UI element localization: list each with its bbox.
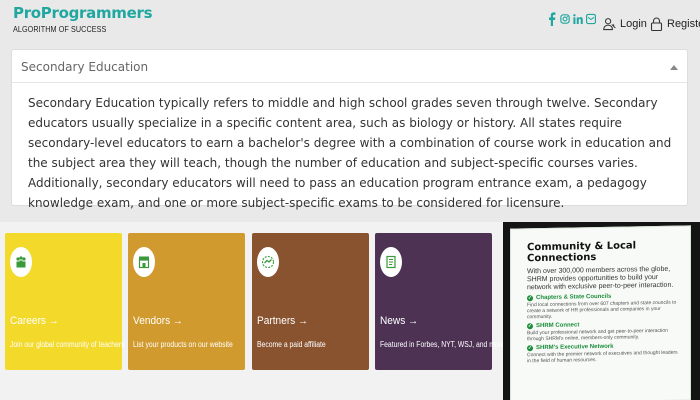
brand-logo[interactable]: ProProgrammers ALGORITHM OF SUCCESS bbox=[13, 4, 153, 34]
news-card[interactable]: News → Featured in Forbes, NYT, WSJ, and … bbox=[375, 233, 505, 370]
site-header: ProProgrammers ALGORITHM OF SUCCESS Logi… bbox=[0, 0, 700, 48]
careers-desc: Join our global community of teachers bbox=[10, 340, 125, 349]
careers-title: Careers → bbox=[10, 315, 59, 327]
brand-tagline: ALGORITHM OF SUCCESS bbox=[13, 25, 107, 34]
news-title: News → bbox=[380, 315, 419, 327]
partners-desc: Become a paid affiliate bbox=[257, 340, 326, 349]
accordion-header[interactable]: Secondary Education bbox=[12, 50, 687, 83]
check-icon: ✓ bbox=[527, 323, 533, 330]
store-icon bbox=[133, 247, 155, 277]
community-promo-card: Community & Local Connections With over … bbox=[510, 225, 691, 400]
news-desc: Featured in Forbes, NYT, WSJ, and more bbox=[380, 340, 505, 349]
login-label: Login bbox=[620, 18, 647, 30]
accordion-title: Secondary Education bbox=[21, 60, 149, 74]
promo-intro: With over 300,000 members across the glo… bbox=[527, 265, 674, 292]
partners-title: Partners → bbox=[257, 315, 309, 327]
lock-icon bbox=[650, 17, 663, 31]
secondary-education-accordion: Secondary Education Secondary Education … bbox=[11, 49, 688, 210]
promo-item: ✓ SHRM's Executive Network Connect with t… bbox=[527, 343, 678, 365]
newspaper-icon bbox=[380, 247, 402, 277]
brand-name: ProProgrammers bbox=[13, 4, 153, 22]
linkedin-icon[interactable] bbox=[573, 12, 583, 26]
login-link[interactable]: Login bbox=[603, 17, 647, 31]
handshake-icon bbox=[257, 247, 279, 277]
user-icon bbox=[603, 18, 616, 31]
check-icon: ✓ bbox=[527, 295, 533, 302]
community-promo-image: Community & Local Connections With over … bbox=[503, 222, 700, 400]
instagram-icon[interactable] bbox=[560, 12, 570, 26]
partners-card[interactable]: Partners → Become a paid affiliate bbox=[252, 233, 369, 370]
check-icon: ✓ bbox=[527, 345, 533, 352]
facebook-icon[interactable] bbox=[547, 12, 557, 26]
promo-item: ✓ SHRM Connect Build your professional ne… bbox=[527, 322, 668, 343]
email-icon[interactable] bbox=[586, 12, 596, 26]
register-link[interactable]: Register bbox=[650, 17, 700, 31]
vendors-title: Vendors → bbox=[133, 315, 184, 327]
promo-item: ✓ Chapters & State Councils Find local co… bbox=[527, 293, 677, 321]
social-links bbox=[547, 12, 596, 26]
accordion-body: Secondary Education typically refers to … bbox=[28, 96, 672, 210]
promo-title: Community & Local Connections bbox=[527, 240, 637, 265]
vendors-desc: List your products on our website bbox=[133, 340, 233, 349]
register-label: Register bbox=[667, 18, 700, 30]
careers-card[interactable]: Careers → Join our global community of te… bbox=[5, 233, 125, 370]
chevron-up-icon[interactable] bbox=[670, 65, 678, 70]
vendors-card[interactable]: Vendors → List your products on our websi… bbox=[128, 233, 245, 370]
people-icon bbox=[10, 247, 32, 277]
